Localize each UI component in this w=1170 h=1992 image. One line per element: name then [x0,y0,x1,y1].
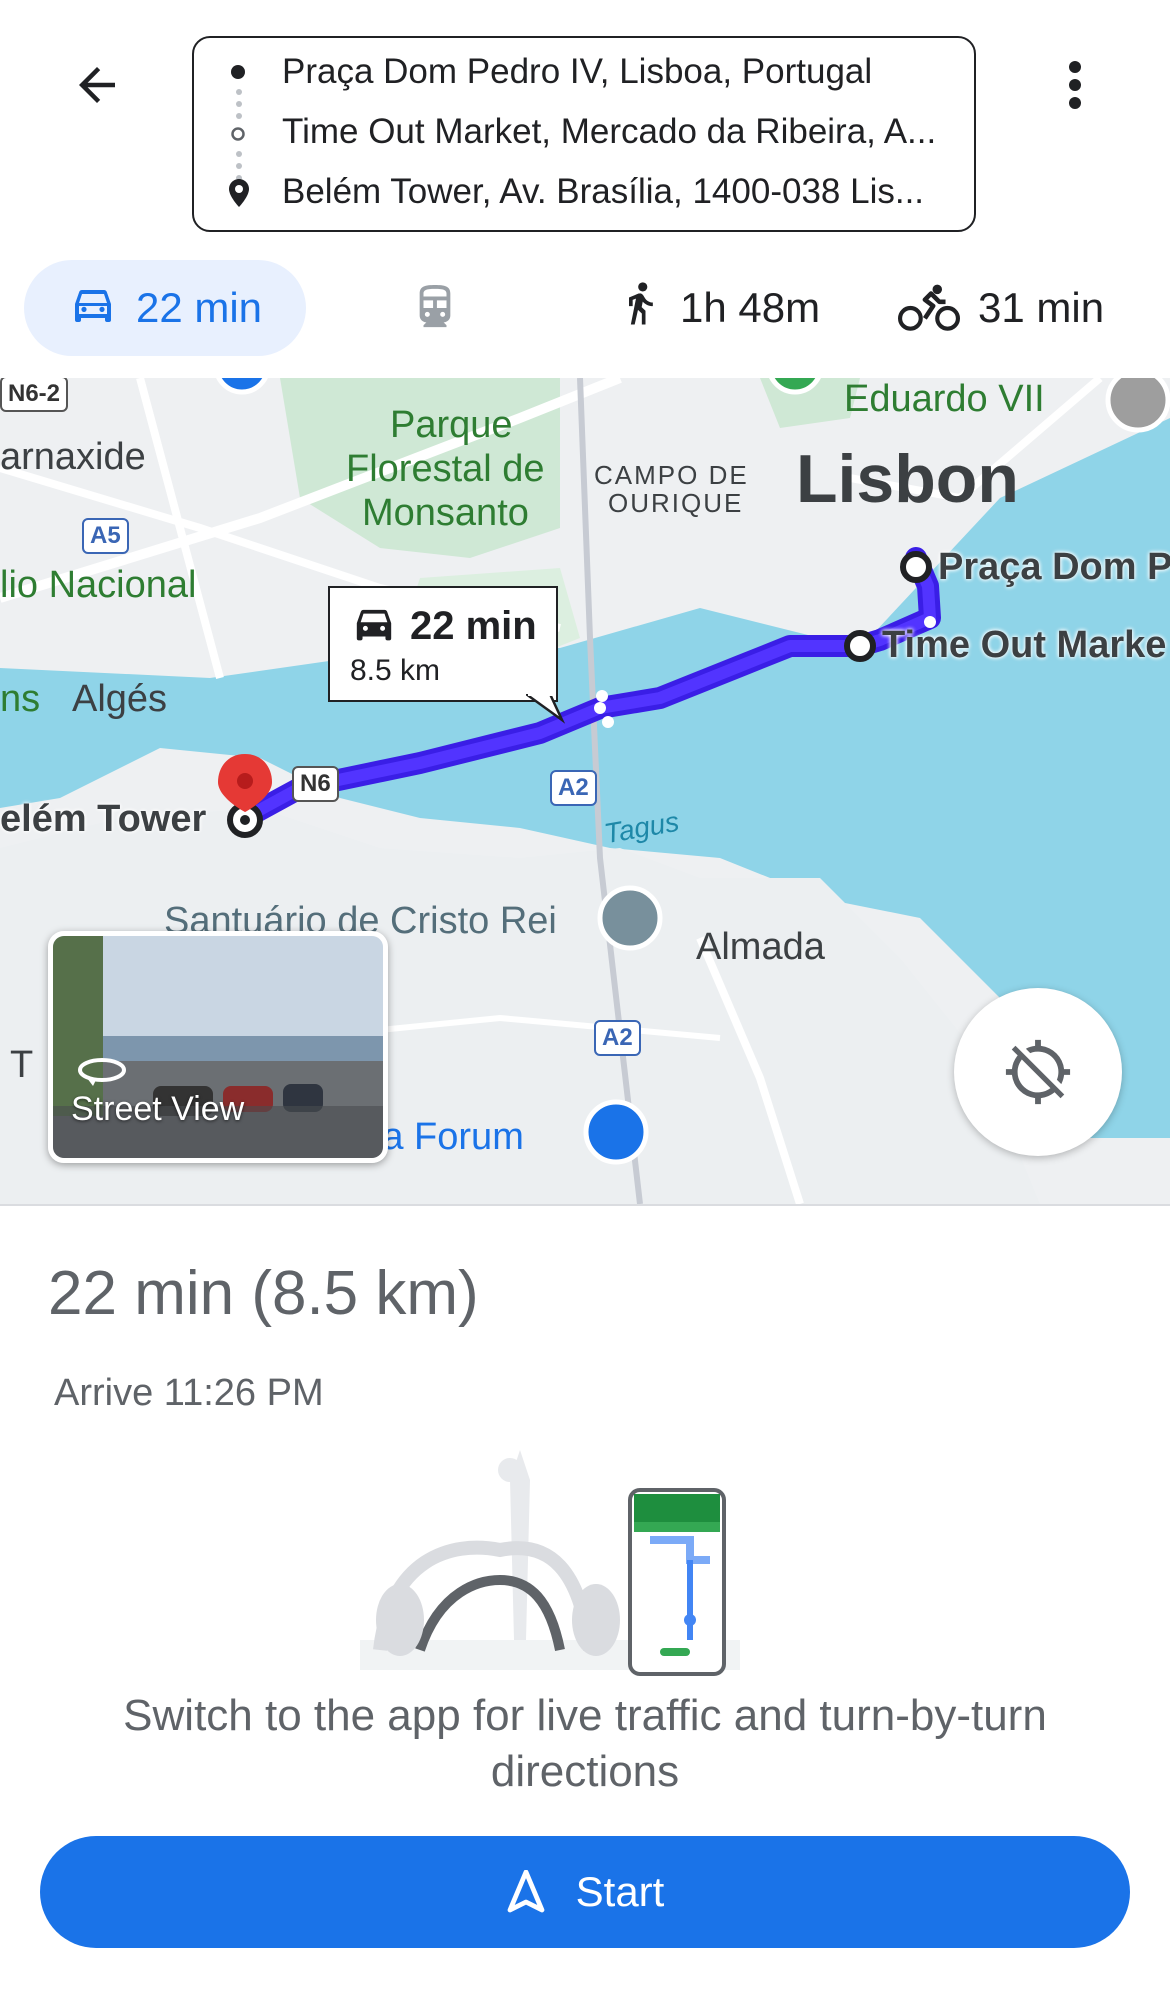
road-shield-a2-bottom: A2 [594,1020,641,1056]
bicycle-icon [898,284,960,331]
app-promo-text-line2: directions [490,1747,680,1796]
more-vert-icon [1069,61,1081,109]
map-label-lisbon: Lisbon [796,441,1019,517]
app-promo-text: Switch to the app for live traffic and t… [0,1688,1170,1800]
waypoint-text[interactable]: Time Out Market, Mercado da Ribeira, A..… [282,102,936,162]
app-promo-text-line1: Switch to the app for live traffic and t… [123,1691,1047,1740]
road-shield-a5: A5 [82,518,129,554]
route-map[interactable]: Lisbon Parque Florestal de Monsanto CAMP… [0,378,1170,1206]
my-location-button[interactable] [954,988,1122,1156]
map-label-t-edge: T [10,1044,34,1086]
walking-icon [629,282,653,325]
map-label-ourique: OURIQUE [608,488,744,518]
street-view-label: Street View [71,1090,245,1128]
road-shield-a2-top: A2 [550,770,597,806]
map-label-carnaxide: arnaxide [0,436,146,478]
map-label-almada: Almada [696,926,825,968]
map-label-florestal: Florestal de [346,448,545,490]
cycling-time: 31 min [978,284,1105,331]
street-view-card[interactable]: Street View [48,931,388,1163]
waypoint-circle-icon [231,127,245,141]
map-label-monsanto: Monsanto [362,492,529,534]
callout-distance: 8.5 km [350,654,441,687]
app-promo-illustration [360,1450,740,1676]
tab-transit[interactable] [412,260,476,356]
train-icon [419,285,451,328]
route-stops-box[interactable]: Praça Dom Pedro IV, Lisboa, Portugal Tim… [192,36,976,232]
driving-time: 22 min [135,284,263,331]
road-shield-n6: N6 [292,766,339,802]
back-button[interactable] [62,50,132,120]
arrow-back-icon [79,67,115,103]
car-icon [356,609,392,641]
callout-pointer [526,694,566,724]
tab-driving[interactable]: 22 min [24,260,306,356]
tab-cycling[interactable]: 31 min [898,260,1104,356]
walking-time: 1h 48m [680,284,821,331]
car-icon [74,290,111,322]
location-disabled-icon [1005,1039,1071,1105]
map-label-praca: Praça Dom P [938,546,1170,588]
map-label-campo: CAMPO DE [594,460,749,490]
destination-pin-icon [229,179,249,207]
map-label-eduardo: Eduardo VII [844,378,1045,420]
start-button-label: Start [575,1868,665,1915]
map-label-estadio: lio Nacional [0,564,197,606]
directions-header: Praça Dom Pedro IV, Lisboa, Portugal Tim… [0,0,1170,250]
start-button[interactable]: Start [40,1836,1130,1948]
more-options-button[interactable] [1040,50,1110,120]
map-label-ns: ns [0,678,41,720]
navigation-arrow-icon [507,1870,545,1913]
street-view-360-icon [78,1058,126,1086]
map-label-parque: Parque [390,404,513,446]
map-label-belem: elém Tower [0,798,207,840]
route-callout[interactable]: 22 min 8.5 km [328,586,566,724]
route-summary: 22 min (8.5 km) [48,1259,479,1328]
arrival-time: Arrive 11:26 PM [54,1372,324,1414]
map-label-alges: Algés [72,678,168,720]
destination-text[interactable]: Belém Tower, Av. Brasília, 1400-038 Lis.… [282,162,924,222]
map-label-timeout: Time Out Marke [882,624,1167,666]
tab-walking[interactable]: 1h 48m [618,260,820,356]
origin-dot-icon [231,65,245,79]
origin-text[interactable]: Praça Dom Pedro IV, Lisboa, Portugal [282,42,872,102]
road-shield-n6-2: N6-2 [0,378,69,412]
travel-mode-tabs: 22 min 1h 48m 31 min [0,254,1170,364]
callout-time: 22 min [410,604,537,648]
